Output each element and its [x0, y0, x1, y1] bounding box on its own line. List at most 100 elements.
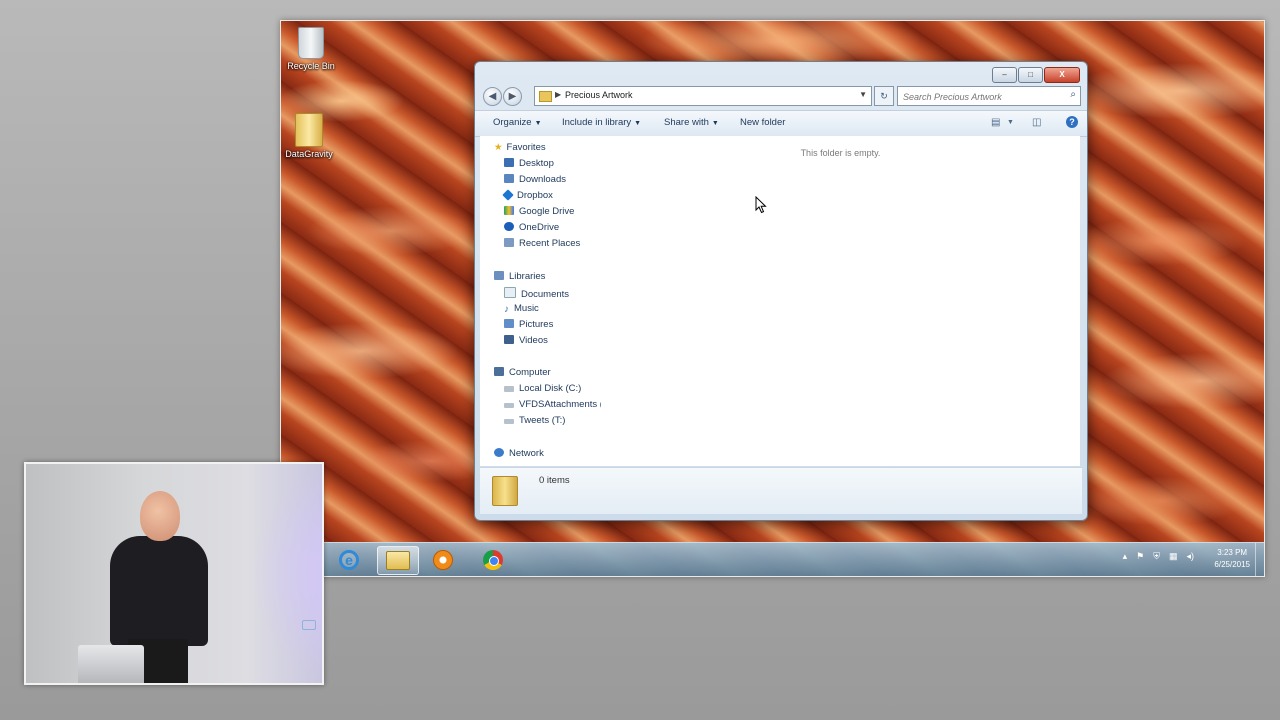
tree-item-dropbox[interactable]: Dropbox [502, 189, 553, 201]
folder-icon [295, 113, 323, 147]
chevron-down-icon: ▼ [534, 120, 542, 127]
desktop-icon-recycle-bin[interactable]: Recycle Bin [283, 27, 339, 71]
close-button[interactable]: X [1044, 67, 1080, 83]
tree-item-label: Downloads [519, 174, 566, 185]
navigation-bar: ◀ ▶ ▶ Precious Artwork ▼ ↻ ⌕ [481, 86, 1081, 108]
network-status-icon[interactable]: ▦ [1169, 551, 1178, 562]
tree-computer-label: Computer [509, 367, 551, 378]
breadcrumb-folder[interactable]: Precious Artwork [565, 90, 633, 100]
share-with-menu[interactable]: Share with ▼ [664, 117, 719, 128]
new-folder-button[interactable]: New folder [740, 117, 785, 128]
tree-item-downloads[interactable]: Downloads [504, 174, 566, 185]
tree-item-onedrive[interactable]: OneDrive [504, 222, 559, 233]
forward-button[interactable]: ▶ [503, 87, 522, 106]
view-options-chevron-icon[interactable]: ▼ [1007, 119, 1014, 126]
tree-item-label: Desktop [519, 158, 554, 169]
back-button[interactable]: ◀ [483, 87, 502, 106]
tree-item-recent-places[interactable]: Recent Places [504, 238, 580, 249]
taskbar-windows-explorer[interactable] [377, 546, 419, 575]
videos-icon [504, 335, 514, 344]
tree-item-label: VFDSAttachments (F [519, 399, 602, 410]
presenter-head [140, 491, 180, 541]
include-in-library-menu[interactable]: Include in library ▼ [562, 117, 641, 128]
navigation-pane: ★ Favorites Desktop Downloads Dropbox Goo… [480, 136, 602, 466]
tree-item-label: Google Drive [519, 206, 575, 217]
desktop-icon-label: Recycle Bin [287, 61, 335, 71]
laptop [78, 645, 144, 683]
change-view-icon[interactable]: ▤ [991, 117, 1000, 128]
recent-places-icon [504, 238, 514, 247]
tree-item-documents[interactable]: Documents [504, 287, 569, 300]
internet-explorer-icon: e [339, 549, 359, 570]
tree-item-label: Music [514, 303, 539, 314]
tree-libraries-label: Libraries [509, 271, 546, 282]
desktop-screen: Recycle Bin DataGravity – □ X ◀ ▶ ▶ Prec… [280, 20, 1265, 577]
tree-network-label: Network [509, 448, 544, 459]
tree-item-desktop[interactable]: Desktop [504, 158, 554, 169]
share-with-label: Share with [664, 117, 709, 128]
address-bar[interactable]: ▶ Precious Artwork ▼ [534, 86, 872, 106]
tree-item-google-drive[interactable]: Google Drive [504, 206, 574, 217]
onedrive-icon [504, 222, 514, 231]
shield-icon[interactable]: ⛨ [1153, 551, 1160, 562]
hard-drive-icon [504, 386, 514, 392]
tree-computer[interactable]: Computer [494, 367, 551, 378]
clock-date: 6/25/2015 [1214, 560, 1250, 569]
downloads-icon [504, 174, 514, 183]
tree-item-vfdsattachments[interactable]: VFDSAttachments (F [504, 399, 602, 410]
tree-item-music[interactable]: ♪ Music [504, 303, 539, 315]
explorer-window: – □ X ◀ ▶ ▶ Precious Artwork ▼ ↻ ⌕ Organ… [474, 61, 1088, 521]
desktop-icon-label: DataGravity [285, 149, 333, 159]
clock[interactable]: 3:23 PM 6/25/2015 [1214, 547, 1250, 571]
tree-item-label: Videos [519, 335, 548, 346]
taskbar-media-player[interactable] [423, 546, 463, 573]
tree-item-label: Pictures [519, 319, 554, 330]
wall-sign [302, 620, 316, 630]
tree-item-label: Local Disk (C:) [519, 383, 582, 394]
search-input[interactable] [898, 89, 1053, 105]
volume-icon[interactable]: ◂) [1186, 551, 1194, 562]
tree-network[interactable]: Network [494, 448, 544, 459]
maximize-button[interactable]: □ [1018, 67, 1043, 83]
taskbar-internet-explorer[interactable]: e [329, 546, 369, 573]
network-drive-icon [504, 419, 514, 424]
minimize-button[interactable]: – [992, 67, 1017, 83]
caption-buttons: – □ X [992, 67, 1080, 83]
organize-label: Organize [493, 117, 532, 128]
flag-icon[interactable]: ⚑ [1136, 551, 1144, 562]
file-list-pane[interactable]: This folder is empty. [601, 136, 1080, 466]
details-pane: 0 items [480, 467, 1082, 514]
show-hidden-icons-icon[interactable]: ▴ [1123, 551, 1128, 562]
music-icon: ♪ [504, 304, 509, 315]
tree-item-videos[interactable]: Videos [504, 335, 548, 346]
computer-icon [494, 367, 504, 376]
folder-icon [386, 551, 410, 570]
tree-favorites[interactable]: ★ Favorites [494, 142, 546, 153]
search-icon[interactable]: ⌕ [1070, 89, 1076, 100]
tree-item-label: Recent Places [519, 238, 581, 249]
tree-item-pictures[interactable]: Pictures [504, 319, 553, 330]
tree-item-label: Documents [521, 289, 570, 300]
desktop-icon [504, 158, 514, 167]
google-drive-icon [504, 206, 514, 215]
command-bar: Organize ▼ Include in library ▼ Share with… [475, 110, 1087, 137]
tree-item-local-disk[interactable]: Local Disk (C:) [504, 383, 581, 394]
breadcrumb-chevron-icon[interactable]: ▶ [555, 90, 561, 99]
documents-icon [504, 287, 516, 298]
folder-icon [492, 476, 518, 506]
forward-arrow-icon: ▶ [508, 91, 517, 102]
network-icon [494, 448, 504, 457]
help-icon[interactable]: ? [1066, 116, 1078, 128]
tree-libraries[interactable]: Libraries [494, 271, 545, 282]
refresh-button[interactable]: ↻ [874, 86, 894, 106]
taskbar-google-chrome[interactable] [473, 546, 513, 573]
organize-menu[interactable]: Organize ▼ [493, 117, 542, 128]
preview-pane-icon[interactable]: ◫ [1032, 117, 1041, 128]
refresh-icon: ↻ [880, 91, 888, 101]
address-dropdown-icon[interactable]: ▼ [859, 90, 867, 99]
tree-item-tweets[interactable]: Tweets (T:) [504, 415, 565, 426]
show-desktop-button[interactable] [1255, 543, 1264, 576]
tree-item-label: OneDrive [519, 222, 560, 233]
desktop-icon-datagravity[interactable]: DataGravity [281, 113, 337, 159]
pictures-icon [504, 319, 514, 328]
